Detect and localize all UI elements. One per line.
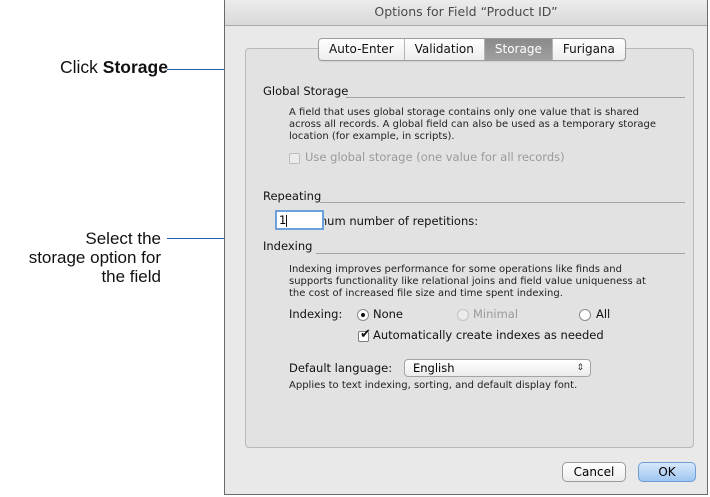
- indexing-all-label: All: [596, 307, 611, 321]
- tab-bar: Auto-Enter Validation Storage Furigana: [318, 38, 626, 61]
- indexing-minimal-label: Minimal: [473, 307, 519, 321]
- repeating-divider: [320, 202, 685, 203]
- callout-select-line-3: the field: [101, 267, 161, 286]
- auto-index-checkbox[interactable]: ✔: [358, 327, 371, 342]
- indexing-none-label: None: [373, 307, 404, 321]
- global-storage-heading: Global Storage: [263, 84, 349, 98]
- checkmark-icon: ✔: [360, 327, 371, 342]
- callout-select-line-1: Select the: [85, 229, 161, 248]
- default-language-select[interactable]: English ⇕: [404, 359, 591, 377]
- global-storage-divider: [346, 97, 685, 98]
- indexing-minimal-radio[interactable]: [457, 309, 469, 321]
- tab-auto-enter[interactable]: Auto-Enter: [319, 39, 405, 60]
- indexing-divider: [316, 253, 685, 254]
- auto-index-label: Automatically create indexes as needed: [373, 328, 604, 342]
- tab-storage[interactable]: Storage: [484, 39, 553, 60]
- callout-click-prefix: Click: [60, 57, 103, 77]
- language-note: Applies to text indexing, sorting, and d…: [289, 380, 578, 391]
- up-down-chevron-icon: ⇕: [576, 363, 584, 373]
- tab-validation[interactable]: Validation: [405, 39, 485, 60]
- global-storage-checkbox[interactable]: [289, 153, 300, 164]
- ok-button[interactable]: OK: [638, 462, 696, 482]
- callout-click-target: Storage: [102, 57, 168, 77]
- indexing-desc-1: Indexing improves performance for some o…: [289, 264, 622, 275]
- indexing-desc-3: the cost of increased file size and time…: [289, 288, 563, 299]
- tab-furigana[interactable]: Furigana: [553, 39, 625, 60]
- global-storage-desc-2: across all records. A global field can a…: [289, 119, 657, 130]
- cancel-button[interactable]: Cancel: [562, 462, 626, 482]
- indexing-desc-2: supports functionality like relational j…: [289, 276, 646, 287]
- indexing-heading: Indexing: [263, 239, 313, 253]
- default-language-label: Default language:: [289, 361, 393, 375]
- indexing-label: Indexing:: [289, 307, 343, 321]
- callout-click-storage: Click Storage: [60, 57, 168, 78]
- repeating-heading: Repeating: [263, 189, 322, 203]
- max-repetitions-input[interactable]: 1: [275, 210, 324, 230]
- indexing-all-radio[interactable]: [579, 309, 591, 321]
- default-language-value: English: [413, 361, 455, 375]
- global-storage-desc-1: A field that uses global storage contain…: [289, 107, 640, 118]
- global-storage-checkbox-label: Use global storage (one value for all re…: [305, 150, 565, 164]
- dialog-title: Options for Field “Product ID”: [225, 0, 707, 26]
- callout-select-storage-option: Select the storage option for the field: [0, 229, 161, 286]
- global-storage-desc-3: location (for example, in scripts).: [289, 131, 455, 142]
- callout-select-line-2: storage option for: [28, 248, 161, 267]
- indexing-none-radio[interactable]: [357, 309, 369, 321]
